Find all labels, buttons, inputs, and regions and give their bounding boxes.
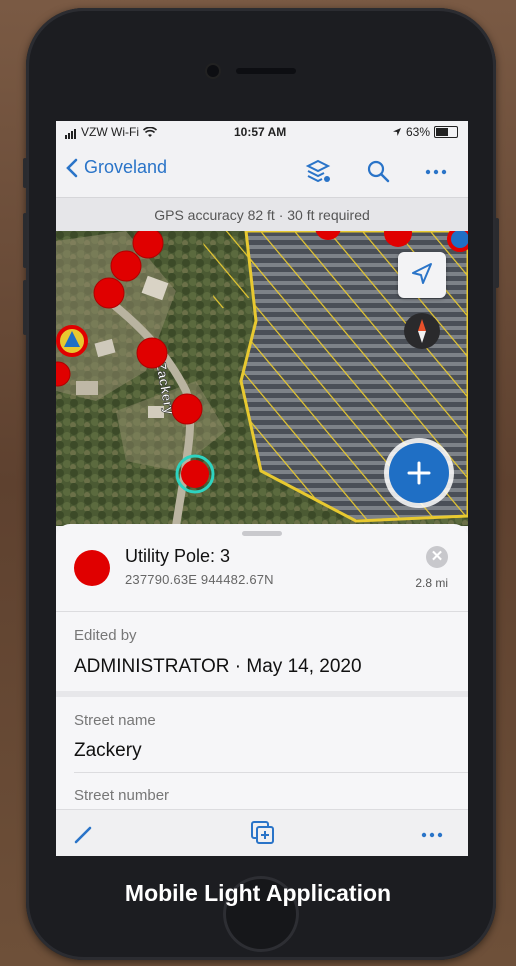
battery-percent: 63% <box>405 125 430 139</box>
field-value-edited-by: ADMINISTRATOR · May 14, 2020 <box>74 656 362 677</box>
status-bar: VZW Wi-Fi 10:57 AM 63% <box>56 121 468 143</box>
mute-switch <box>23 158 27 188</box>
locate-icon <box>412 263 432 284</box>
transformer-symbol[interactable] <box>56 325 88 357</box>
edit-icon[interactable] <box>70 820 98 848</box>
gps-accuracy-banner: GPS accuracy 82 ft · 30 ft required <box>56 197 468 233</box>
section-divider <box>56 691 468 697</box>
transformer-marker[interactable] <box>447 231 468 252</box>
battery-fill <box>436 128 448 136</box>
pole-marker[interactable] <box>110 250 142 282</box>
chevron-left-icon <box>66 158 78 177</box>
pole-marker[interactable] <box>171 393 203 425</box>
pole-marker[interactable] <box>136 337 168 369</box>
caption-text: Mobile Light Application <box>124 880 392 906</box>
more-icon[interactable] <box>422 157 450 185</box>
pole-marker[interactable] <box>93 277 125 309</box>
status-time: 10:57 AM <box>234 125 287 139</box>
feature-detail-sheet[interactable]: Utility Pole: 3 237790.63E 944482.67N ✕ … <box>56 524 468 856</box>
feature-coordinates: 237790.63E 944482.67N <box>125 572 274 587</box>
carrier-label: VZW Wi-Fi <box>81 125 139 139</box>
wifi-icon <box>142 126 157 137</box>
add-feature-button[interactable] <box>389 443 449 503</box>
navigation-bar: Groveland <box>56 143 468 197</box>
compass-button[interactable] <box>404 313 440 349</box>
sheet-grabber[interactable] <box>242 531 282 536</box>
add-icon <box>407 461 431 485</box>
divider <box>74 772 468 773</box>
divider <box>56 611 468 612</box>
field-value-street-name: Zackery <box>74 740 142 761</box>
volume-down-button <box>23 280 27 335</box>
status-right: 63% <box>392 125 458 139</box>
field-label-edited-by: Edited by <box>74 627 137 644</box>
compass-icon <box>418 319 426 343</box>
bottom-toolbar <box>56 809 468 856</box>
selected-pole-marker[interactable] <box>181 460 209 488</box>
earpiece-speaker <box>236 68 296 74</box>
field-label-street-name: Street name <box>74 712 156 729</box>
power-button <box>495 218 499 288</box>
back-button[interactable]: Groveland <box>66 157 167 178</box>
signal-icon <box>65 125 77 139</box>
locate-button[interactable] <box>398 252 446 298</box>
search-icon[interactable] <box>364 157 392 185</box>
layers-icon[interactable] <box>304 157 332 185</box>
status-left: VZW Wi-Fi <box>65 125 157 139</box>
utility-pole-symbol <box>74 550 110 586</box>
close-button[interactable]: ✕ <box>426 546 448 568</box>
map-view[interactable]: Zackery <box>56 231 468 526</box>
volume-up-button <box>23 213 27 268</box>
feature-title: Utility Pole: 3 <box>125 546 231 566</box>
location-arrow-icon <box>392 128 401 136</box>
back-label: Groveland <box>84 157 168 177</box>
close-icon: ✕ <box>430 548 444 565</box>
more-icon[interactable] <box>418 820 446 848</box>
feature-distance: 2.8 mi <box>415 576 448 590</box>
field-label-street-number: Street number <box>74 787 170 804</box>
front-camera <box>207 65 219 77</box>
pole-marker[interactable] <box>132 231 164 259</box>
app-screen: VZW Wi-Fi 10:57 AM 63% Groveland GPS acc… <box>56 121 468 856</box>
battery-icon <box>434 126 458 138</box>
copy-add-icon[interactable] <box>248 818 278 848</box>
